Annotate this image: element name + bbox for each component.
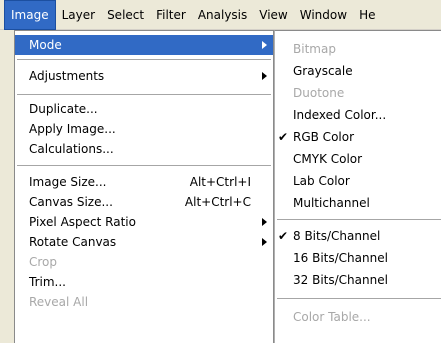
menu-item-label: 32 Bits/Channel [293, 273, 388, 287]
menu-item-label: 8 Bits/Channel [293, 229, 381, 243]
menu-item-label: Duotone [293, 86, 345, 100]
menu-view[interactable]: View [253, 0, 293, 30]
menu-item-label: CMYK Color [293, 152, 363, 166]
submenu-item-16-bits[interactable]: 16 Bits/Channel [275, 248, 441, 268]
menu-item-duplicate[interactable]: Duplicate... [15, 99, 273, 119]
menu-layer[interactable]: Layer [56, 0, 101, 30]
submenu-item-bitmap[interactable]: Bitmap [275, 39, 441, 59]
submenu-item-multichannel[interactable]: Multichannel [275, 193, 441, 213]
menu-item-crop[interactable]: Crop [15, 252, 273, 272]
menu-item-label: Mode [29, 38, 62, 52]
submenu-item-color-table[interactable]: Color Table... [275, 307, 441, 327]
menu-item-label: Trim... [29, 275, 66, 289]
menu-help[interactable]: He [353, 0, 381, 30]
image-menu-dropdown: Mode Adjustments Duplicate... Apply Imag… [14, 30, 274, 343]
menu-item-label: Color Table... [293, 310, 371, 324]
menu-bar: Image Layer Select Filter Analysis View … [0, 0, 441, 30]
menu-separator [277, 298, 441, 299]
checkmark-icon: ✔ [278, 229, 289, 243]
menu-separator [17, 59, 271, 60]
menu-image[interactable]: Image [4, 0, 56, 30]
photoshop-window: Image Layer Select Filter Analysis View … [0, 0, 441, 343]
menu-item-calculations[interactable]: Calculations... [15, 139, 273, 159]
menu-item-label: Lab Color [293, 174, 350, 188]
submenu-item-rgb-color[interactable]: ✔ RGB Color [275, 127, 441, 147]
submenu-arrow-icon [262, 72, 267, 80]
menu-item-label: Grayscale [293, 64, 353, 78]
menu-item-label: Adjustments [29, 69, 105, 83]
menu-item-image-size[interactable]: Image Size... Alt+Ctrl+I [15, 172, 273, 192]
submenu-item-indexed-color[interactable]: Indexed Color... [275, 105, 441, 125]
submenu-arrow-icon [262, 218, 267, 226]
menu-item-label: RGB Color [293, 130, 355, 144]
menu-item-label: Rotate Canvas [29, 235, 117, 249]
submenu-item-cmyk-color[interactable]: CMYK Color [275, 149, 441, 169]
menu-item-label: Image Size... [29, 175, 107, 189]
menu-item-label: Calculations... [29, 142, 114, 156]
menu-item-label: Multichannel [293, 196, 370, 210]
menu-item-label: Duplicate... [29, 102, 98, 116]
menu-item-trim[interactable]: Trim... [15, 272, 273, 292]
menu-item-label: Pixel Aspect Ratio [29, 215, 136, 229]
menu-item-label: Indexed Color... [293, 108, 387, 122]
menu-separator [277, 219, 441, 220]
menu-item-pixel-aspect-ratio[interactable]: Pixel Aspect Ratio [15, 212, 273, 232]
menu-item-shortcut: Alt+Ctrl+C [184, 195, 251, 209]
submenu-item-duotone[interactable]: Duotone [275, 83, 441, 103]
menu-item-label: Crop [29, 255, 58, 269]
menu-item-mode[interactable]: Mode [15, 35, 273, 55]
menu-item-canvas-size[interactable]: Canvas Size... Alt+Ctrl+C [15, 192, 273, 212]
submenu-item-lab-color[interactable]: Lab Color [275, 171, 441, 191]
menu-separator [17, 94, 271, 95]
mode-submenu: Bitmap Grayscale Duotone Indexed Color..… [274, 30, 441, 343]
submenu-item-32-bits[interactable]: 32 Bits/Channel [275, 270, 441, 290]
submenu-item-grayscale[interactable]: Grayscale [275, 61, 441, 81]
menu-item-label: Apply Image... [29, 122, 116, 136]
menu-analysis[interactable]: Analysis [192, 0, 253, 30]
menu-item-label: Bitmap [293, 42, 336, 56]
submenu-arrow-icon [262, 238, 267, 246]
menu-item-shortcut: Alt+Ctrl+I [189, 175, 251, 189]
menu-item-label: Canvas Size... [29, 195, 113, 209]
submenu-item-8-bits[interactable]: ✔ 8 Bits/Channel [275, 226, 441, 246]
menu-item-adjustments[interactable]: Adjustments [15, 66, 273, 86]
menu-item-label: Reveal All [29, 295, 89, 309]
menu-window[interactable]: Window [294, 0, 353, 30]
menu-item-reveal-all[interactable]: Reveal All [15, 292, 273, 312]
menu-item-rotate-canvas[interactable]: Rotate Canvas [15, 232, 273, 252]
menu-filter[interactable]: Filter [150, 0, 192, 30]
menu-item-label: 16 Bits/Channel [293, 251, 388, 265]
menu-item-apply-image[interactable]: Apply Image... [15, 119, 273, 139]
menu-select[interactable]: Select [101, 0, 150, 30]
submenu-arrow-icon [262, 41, 267, 49]
checkmark-icon: ✔ [278, 130, 289, 144]
menu-separator [17, 165, 271, 166]
